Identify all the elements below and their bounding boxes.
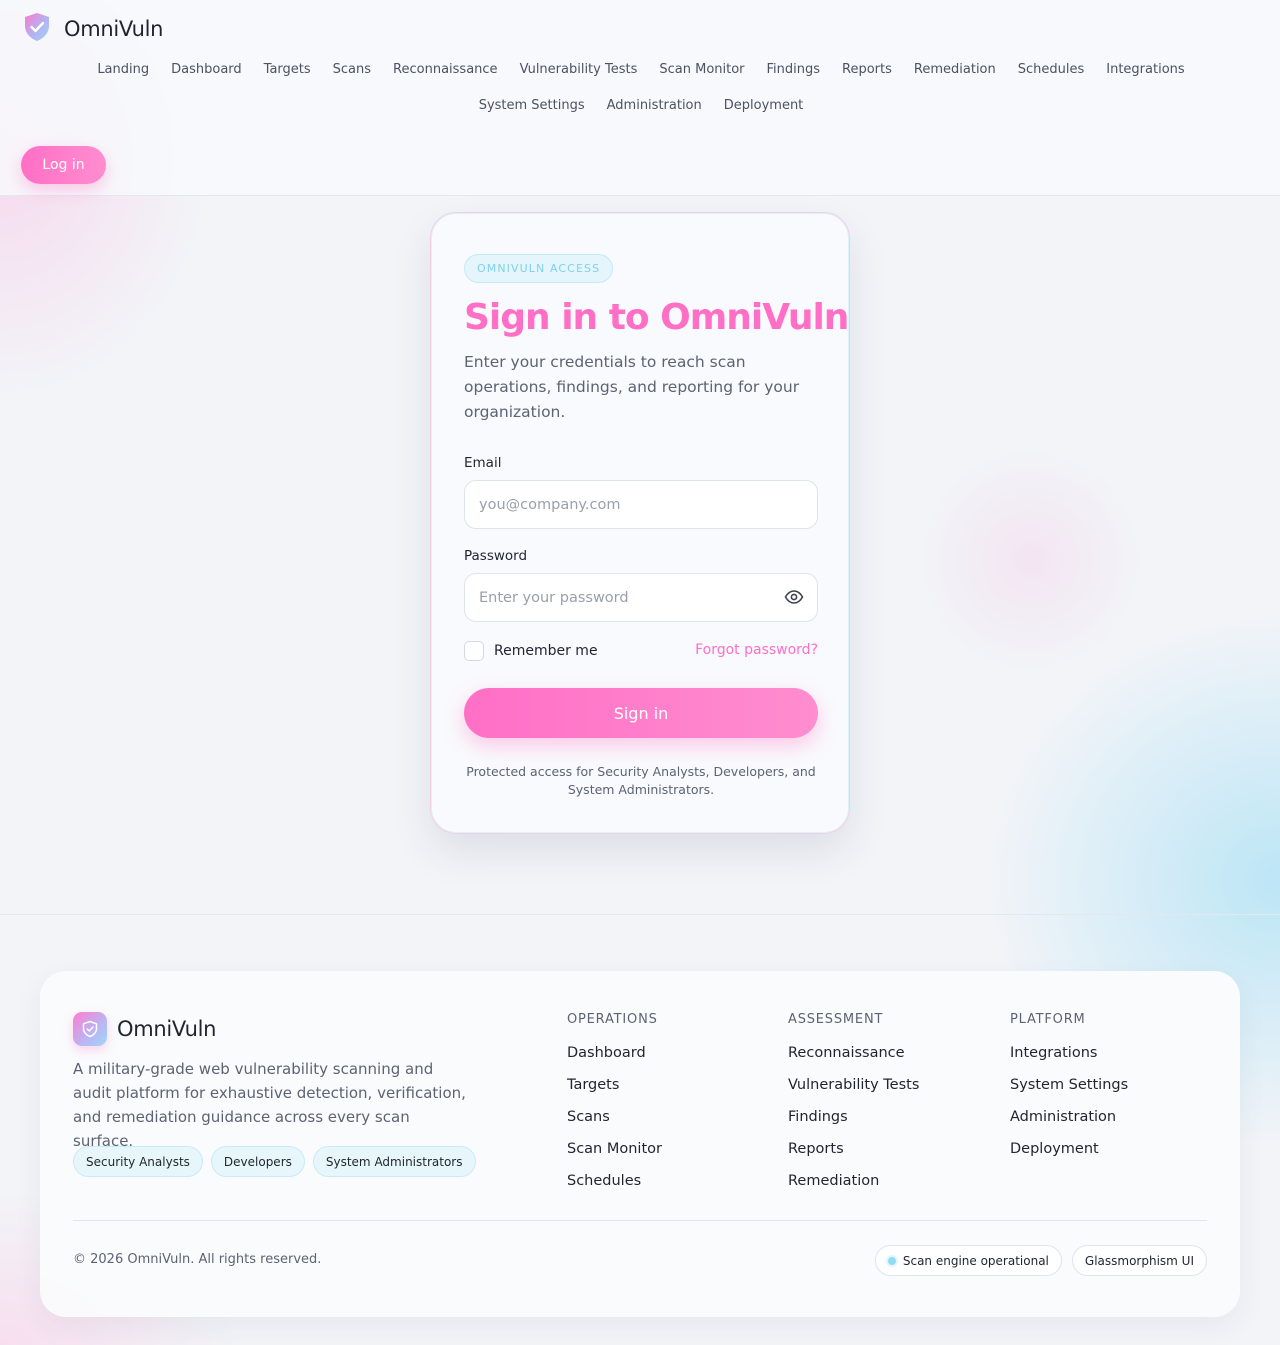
section-divider <box>0 914 1280 915</box>
password-field[interactable] <box>464 573 818 622</box>
shield-icon <box>73 1012 107 1046</box>
shield-check-icon <box>22 12 52 46</box>
nav-item-dashboard[interactable]: Dashboard <box>160 60 253 80</box>
nav-item-reconnaissance[interactable]: Reconnaissance <box>382 60 509 80</box>
footer-link-system-settings[interactable]: System Settings <box>1010 1075 1128 1095</box>
nav-item-findings[interactable]: Findings <box>756 60 832 80</box>
footer-link-dashboard[interactable]: Dashboard <box>567 1043 662 1063</box>
access-note: Protected access for Security Analysts, … <box>466 764 816 797</box>
tag-security-analysts: Security Analysts <box>73 1146 203 1177</box>
nav-item-scan-monitor[interactable]: Scan Monitor <box>648 60 755 80</box>
nav-item-schedules[interactable]: Schedules <box>1007 60 1096 80</box>
footer-link-reports[interactable]: Reports <box>788 1139 919 1159</box>
footer-column-operations: OPERATIONS Dashboard Targets Scans Scan … <box>567 1012 662 1203</box>
site-header: OmniVuln Landing Dashboard Targets Scans… <box>0 0 1280 196</box>
nav-item-integrations[interactable]: Integrations <box>1095 60 1195 80</box>
footer-link-reconnaissance[interactable]: Reconnaissance <box>788 1043 919 1063</box>
login-card: OMNIVULN ACCESS Sign in to OmniVuln Ente… <box>430 212 850 834</box>
nav-item-landing[interactable]: Landing <box>86 60 160 80</box>
nav-item-deployment[interactable]: Deployment <box>713 96 815 116</box>
sign-in-button[interactable]: Sign in <box>464 688 818 738</box>
footer-link-findings[interactable]: Findings <box>788 1107 919 1127</box>
footer-divider <box>73 1220 1207 1221</box>
tag-developers: Developers <box>210 1146 305 1177</box>
footer-link-targets[interactable]: Targets <box>567 1075 662 1095</box>
footer-link-scan-monitor[interactable]: Scan Monitor <box>567 1139 662 1159</box>
scan-engine-status-label: Scan engine operational <box>902 1253 1049 1268</box>
footer-link-remediation[interactable]: Remediation <box>788 1171 919 1191</box>
footer-column-title: PLATFORM <box>1010 1012 1086 1027</box>
footer-link-integrations[interactable]: Integrations <box>1010 1043 1128 1063</box>
footer-link-administration[interactable]: Administration <box>1010 1107 1128 1127</box>
nav-item-remediation[interactable]: Remediation <box>903 60 1007 80</box>
footer-column-platform: PLATFORM Integrations System Settings Ad… <box>1010 1012 1128 1171</box>
password-label: Password <box>464 548 528 564</box>
theme-badge: Glassmorphism UI <box>1071 1245 1207 1276</box>
footer-link-deployment[interactable]: Deployment <box>1010 1139 1128 1159</box>
nav-item-reports[interactable]: Reports <box>831 60 903 80</box>
footer-description: A military-grade web vulnerability scann… <box>73 1060 466 1150</box>
nav-item-scans[interactable]: Scans <box>322 60 382 80</box>
log-in-button[interactable]: Log in <box>21 146 106 184</box>
audience-tags: Security Analysts Developers System Admi… <box>73 1146 476 1177</box>
login-page: OmniVuln Landing Dashboard Targets Scans… <box>0 0 1280 1345</box>
nav-item-targets[interactable]: Targets <box>253 60 322 80</box>
site-footer: OmniVuln A military-grade web vulnerabil… <box>40 971 1240 1317</box>
footer-column-title: ASSESSMENT <box>788 1012 884 1027</box>
status-chips: Scan engine operational Glassmorphism UI <box>874 1245 1207 1276</box>
footer-link-schedules[interactable]: Schedules <box>567 1171 662 1191</box>
footer-link-vulnerability-tests[interactable]: Vulnerability Tests <box>788 1075 919 1095</box>
eye-icon[interactable] <box>781 586 807 608</box>
status-dot-icon <box>887 1256 896 1265</box>
remember-me[interactable]: Remember me <box>464 641 598 661</box>
page-title: Sign in to OmniVuln <box>464 297 849 338</box>
brand[interactable]: OmniVuln <box>22 12 163 46</box>
footer-brand: OmniVuln <box>73 1012 216 1046</box>
email-label: Email <box>464 455 502 471</box>
email-field[interactable] <box>464 480 818 529</box>
footer-column-assessment: ASSESSMENT Reconnaissance Vulnerability … <box>788 1012 919 1203</box>
footer-column-title: OPERATIONS <box>567 1012 658 1027</box>
login-subtitle: Enter your credentials to reach scan ope… <box>464 353 800 421</box>
scan-engine-status: Scan engine operational <box>874 1245 1062 1276</box>
footer-link-scans[interactable]: Scans <box>567 1107 662 1127</box>
remember-me-label: Remember me <box>494 643 598 659</box>
access-badge: OMNIVULN ACCESS <box>464 254 614 283</box>
nav-item-administration[interactable]: Administration <box>596 96 713 116</box>
nav-item-system-settings[interactable]: System Settings <box>468 96 596 116</box>
copyright: © 2026 OmniVuln. All rights reserved. <box>73 1252 322 1267</box>
nav-item-vulnerability-tests[interactable]: Vulnerability Tests <box>509 60 649 80</box>
tag-system-administrators: System Administrators <box>312 1146 476 1177</box>
footer-brand-name: OmniVuln <box>117 1017 217 1041</box>
main-nav: Landing Dashboard Targets Scans Reconnai… <box>36 60 1246 116</box>
remember-me-checkbox[interactable] <box>464 641 484 661</box>
forgot-password-link[interactable]: Forgot password? <box>661 642 818 658</box>
brand-name: OmniVuln <box>64 17 164 41</box>
